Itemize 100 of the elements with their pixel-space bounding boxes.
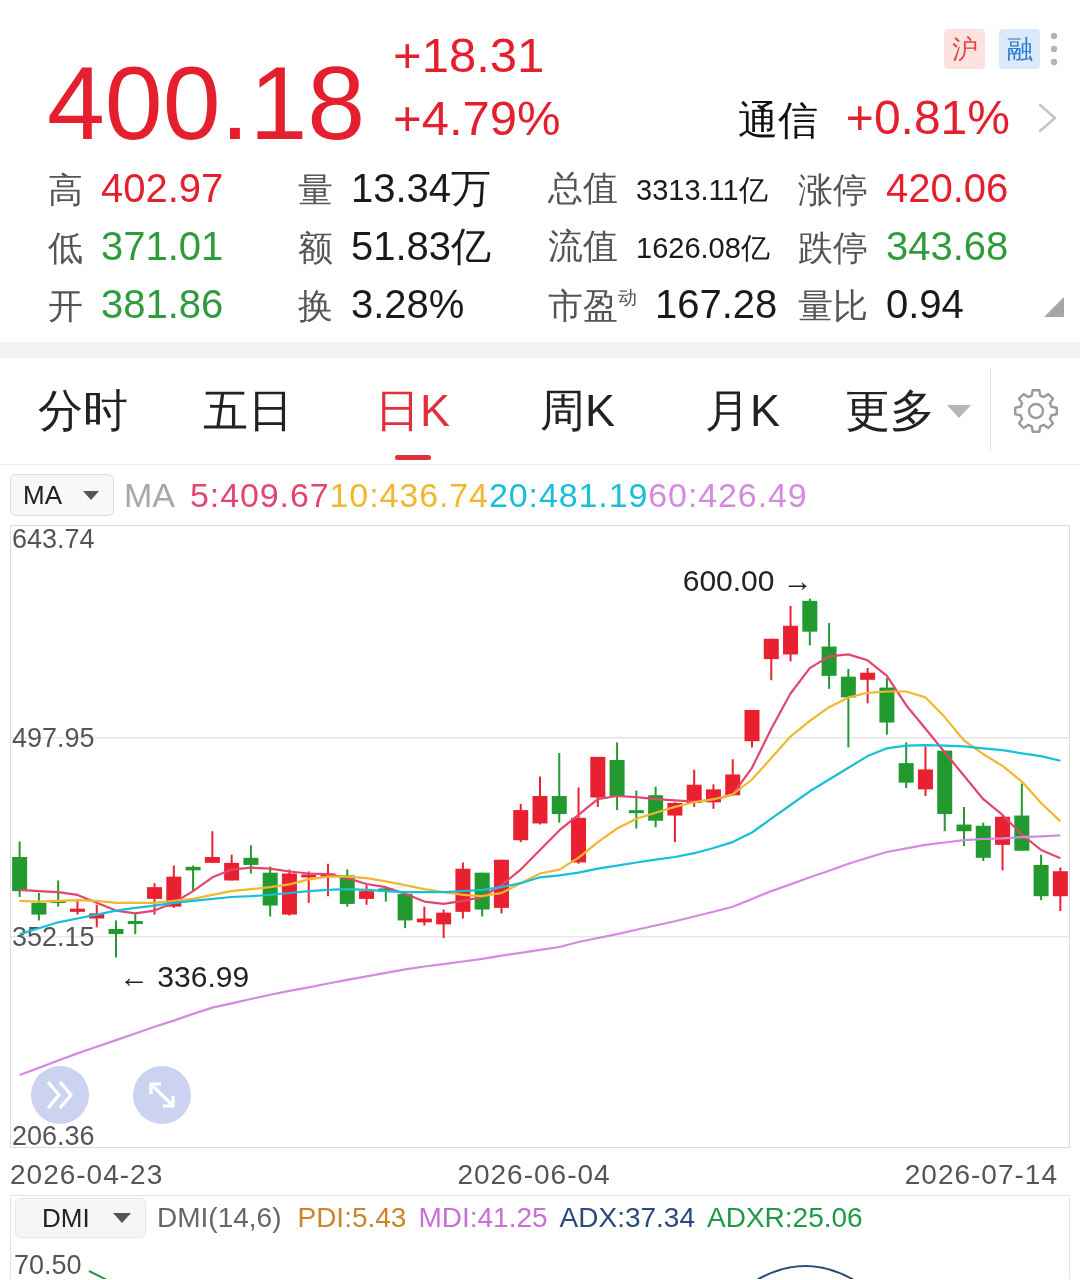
candlestick — [320, 862, 336, 898]
candlestick — [532, 775, 548, 826]
candlestick — [204, 830, 220, 864]
indicator-name: MA — [124, 475, 175, 515]
stat-value: 420.06 — [886, 165, 1009, 212]
candlestick — [397, 892, 413, 930]
candlestick — [243, 844, 259, 875]
stat-label: 开 — [48, 285, 83, 327]
chart-tab[interactable]: 分时 — [0, 358, 165, 464]
candlestick — [821, 622, 837, 690]
indicator-value: 60:426.49 — [648, 475, 808, 515]
candlestick — [898, 741, 914, 790]
stat-value: 0.94 — [886, 281, 964, 328]
candlestick — [166, 864, 182, 909]
stat-label: 流值 — [548, 225, 618, 267]
stat-value: 343.68 — [886, 223, 1009, 270]
chart-tab[interactable]: 五日 — [165, 358, 330, 464]
caret-icon — [83, 490, 99, 500]
sector-change: +0.81% — [845, 90, 1010, 146]
stat-label: 跌停 — [798, 227, 868, 269]
stat-label: 市盈$^{动}$ — [548, 285, 637, 327]
stat-label: 高 — [48, 169, 83, 211]
candlestick — [31, 892, 47, 922]
indicator-value: PDI:5.43 — [297, 1202, 407, 1234]
candlestick — [609, 741, 625, 812]
stat-value: 3.28% — [351, 281, 465, 328]
candlestick — [705, 783, 721, 810]
indicator-dropdown[interactable]: MA — [10, 474, 114, 516]
stat-value: 167.28 — [655, 281, 778, 328]
candlestick — [860, 667, 876, 705]
stat-value: 51.83亿 — [351, 223, 492, 270]
more-icon[interactable] — [1050, 32, 1058, 66]
chart-tab[interactable]: 月K — [660, 358, 825, 464]
percent-change: +4.79% — [393, 90, 561, 147]
candlestick — [1014, 782, 1030, 852]
candlestick — [359, 884, 375, 906]
chart-tab[interactable]: 更多 — [825, 358, 990, 464]
candlestick — [783, 604, 799, 663]
chevron-right-icon[interactable] — [1037, 103, 1058, 133]
candlestick — [1052, 866, 1068, 912]
settings-icon[interactable] — [1012, 388, 1059, 434]
chart-tab[interactable]: 周K — [495, 358, 660, 464]
stock-tag: 沪 — [944, 29, 985, 69]
candlestick — [590, 755, 606, 808]
candlestick — [108, 919, 124, 959]
candlestick — [50, 879, 66, 908]
candlestick — [127, 911, 143, 936]
date-label: 2026-07-14 — [904, 1160, 1058, 1192]
candlestick — [648, 785, 664, 829]
indicator-value: ADXR:25.06 — [707, 1202, 863, 1234]
candlestick — [975, 821, 991, 862]
price-change: +18.31 — [393, 27, 545, 84]
indicator-dropdown[interactable]: DMI — [15, 1198, 146, 1238]
indicator-value: 10:436.74 — [329, 475, 489, 515]
triangle-icon[interactable] — [1044, 297, 1064, 317]
candlestick — [879, 676, 895, 736]
candlestick — [301, 870, 317, 904]
candlestick — [185, 864, 201, 893]
chart-tab[interactable]: 日K — [330, 358, 495, 464]
caret-icon — [113, 1213, 131, 1223]
indicator-value: 5:409.67 — [190, 475, 330, 515]
indicator-value: MDI:41.25 — [418, 1202, 548, 1234]
candlestick — [802, 597, 818, 647]
candlestick — [686, 768, 702, 808]
caret-icon — [946, 404, 971, 418]
axis-label: 352.15 — [12, 922, 95, 953]
candlestick — [763, 637, 779, 682]
sector-name[interactable]: 通信 — [737, 92, 818, 148]
candlestick — [513, 802, 529, 844]
candlestick — [416, 905, 432, 927]
axis-label: 643.74 — [12, 524, 95, 555]
price-annotation: ← 336.99 — [119, 960, 250, 994]
double-chevron-icon[interactable] — [31, 1066, 89, 1124]
stat-label: 涨停 — [798, 169, 868, 211]
candlestick — [436, 908, 452, 940]
stat-label: 总值 — [548, 167, 618, 209]
candlestick — [339, 868, 355, 908]
indicator-line — [88, 1270, 108, 1279]
candlestick — [628, 789, 644, 830]
candlestick — [147, 882, 163, 916]
diagonal-arrows-icon[interactable] — [133, 1066, 191, 1124]
date-label: 2026-06-04 — [457, 1160, 611, 1192]
candlestick — [744, 708, 760, 749]
indicator-name: DMI(14,6) — [157, 1202, 282, 1234]
candlestick — [12, 840, 28, 898]
axis-label: 206.36 — [12, 1121, 95, 1151]
indicator-value: 20:481.19 — [488, 475, 649, 515]
candlestick — [1033, 853, 1049, 902]
candlestick — [725, 758, 741, 798]
stat-label: 额 — [298, 227, 333, 269]
candlestick — [995, 814, 1011, 872]
stat-label: 量 — [298, 169, 333, 211]
candlestick — [455, 861, 471, 920]
stat-value: 381.86 — [101, 281, 224, 328]
date-label: 2026-04-23 — [10, 1160, 164, 1192]
candlestick — [262, 865, 278, 918]
last-price: 400.18 — [47, 51, 366, 155]
axis-label: 497.95 — [12, 723, 95, 754]
axis-label: 70.50 — [14, 1250, 82, 1279]
stat-label: 量比 — [798, 285, 868, 327]
